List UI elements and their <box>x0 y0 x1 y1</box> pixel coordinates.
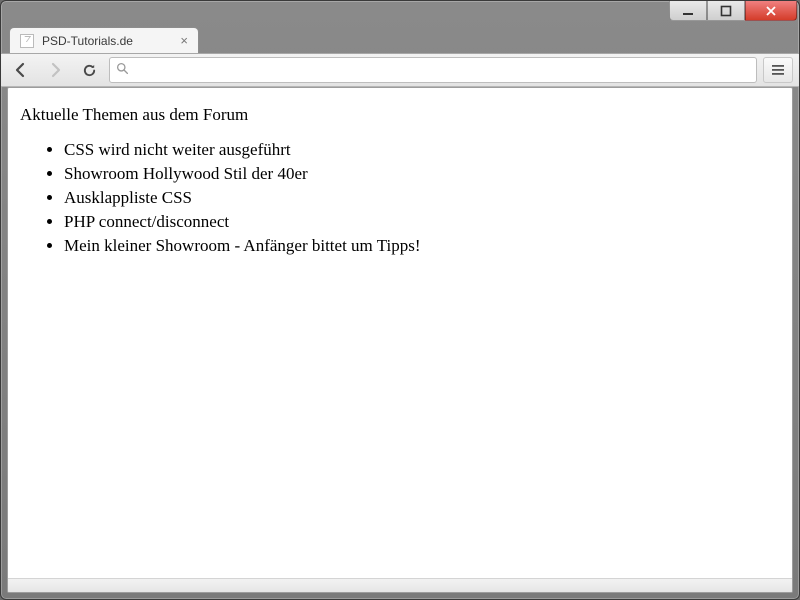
list-item: Showroom Hollywood Stil der 40er <box>64 163 780 186</box>
browser-tab[interactable]: PSD-Tutorials.de × <box>9 27 199 53</box>
minimize-button[interactable] <box>669 1 707 21</box>
list-item: Mein kleiner Showroom - Anfänger bittet … <box>64 235 780 258</box>
menu-button[interactable] <box>763 57 793 83</box>
page-viewport: Aktuelle Themen aus dem Forum CSS wird n… <box>7 87 793 593</box>
page-icon <box>20 34 34 48</box>
list-item: Ausklappliste CSS <box>64 187 780 210</box>
search-icon <box>116 62 129 78</box>
browser-toolbar <box>1 53 799 87</box>
list-item: PHP connect/disconnect <box>64 211 780 234</box>
address-bar[interactable] <box>109 57 757 83</box>
window-controls <box>669 1 797 21</box>
close-button[interactable] <box>745 1 797 21</box>
tab-title: PSD-Tutorials.de <box>42 34 172 48</box>
url-input[interactable] <box>135 63 750 78</box>
list-item: CSS wird nicht weiter ausgeführt <box>64 139 780 162</box>
page-heading: Aktuelle Themen aus dem Forum <box>20 104 780 127</box>
maximize-button[interactable] <box>707 1 745 21</box>
tab-close-icon[interactable]: × <box>180 33 188 48</box>
forward-button[interactable] <box>41 57 69 83</box>
status-bar <box>8 578 792 592</box>
back-button[interactable] <box>7 57 35 83</box>
page-content: Aktuelle Themen aus dem Forum CSS wird n… <box>8 88 792 578</box>
tab-strip: PSD-Tutorials.de × <box>1 25 799 53</box>
browser-window: PSD-Tutorials.de × Aktuelle Themen aus d… <box>0 0 800 600</box>
reload-button[interactable] <box>75 57 103 83</box>
forum-topic-list: CSS wird nicht weiter ausgeführt Showroo… <box>20 139 780 258</box>
